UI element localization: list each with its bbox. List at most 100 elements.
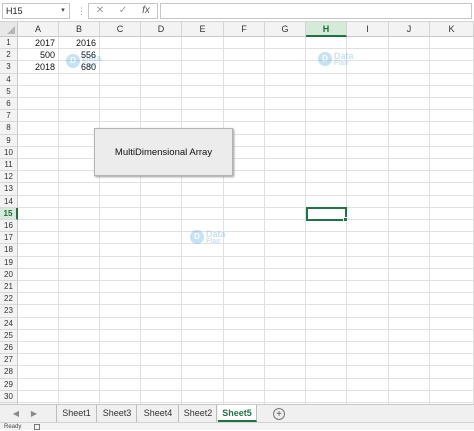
gridline-horizontal	[18, 121, 474, 123]
row-header-7[interactable]: 7	[0, 110, 18, 123]
row-header-27[interactable]: 27	[0, 354, 18, 367]
gridline-horizontal	[18, 170, 474, 172]
row-header-9[interactable]: 9	[0, 134, 18, 147]
watermark: D Data Flair	[190, 230, 230, 246]
sheet-tab-sheet5[interactable]: Sheet5	[218, 405, 257, 422]
row-header-26[interactable]: 26	[0, 342, 18, 355]
row-header-29[interactable]: 29	[0, 378, 18, 391]
row-header-21[interactable]: 21	[0, 281, 18, 294]
gridline-horizontal	[18, 145, 474, 147]
row-header-13[interactable]: 13	[0, 183, 18, 196]
gridline-horizontal	[18, 365, 474, 367]
column-header-k[interactable]: K	[430, 22, 474, 37]
close-icon[interactable]: ✕	[89, 4, 111, 18]
row-header-30[interactable]: 30	[0, 390, 18, 403]
formula-tools: ✕ ✓ fx	[88, 3, 158, 19]
watermark-line1: Data	[206, 229, 226, 239]
chevron-down-icon[interactable]: ▾	[58, 6, 68, 16]
gridline-vertical	[99, 37, 100, 404]
column-header-f[interactable]: F	[224, 22, 265, 37]
dataflair-logo-icon: D	[66, 54, 80, 68]
dataflair-logo-icon: D	[318, 52, 332, 66]
row-header-20[interactable]: 20	[0, 268, 18, 281]
cell-a2[interactable]: 500	[18, 49, 59, 61]
gridline-horizontal	[18, 133, 474, 135]
row-header-15[interactable]: 15	[0, 207, 18, 220]
sheet-tab-sheet3[interactable]: Sheet3	[98, 405, 137, 422]
row-header-24[interactable]: 24	[0, 317, 18, 330]
multidimensional-array-button[interactable]: MultiDimensional Array	[94, 128, 233, 176]
formula-input[interactable]	[160, 3, 472, 19]
row-header-23[interactable]: 23	[0, 305, 18, 318]
next-sheet-icon[interactable]: ▶	[28, 408, 40, 420]
sheet-tab-bar: ◀ ▶ Sheet1 Sheet3 Sheet4 Sheet2 Sheet5 +	[0, 404, 474, 422]
row-header-5[interactable]: 5	[0, 85, 18, 98]
gridline-vertical	[429, 37, 430, 404]
gridline-vertical	[181, 37, 182, 404]
column-header-g[interactable]: G	[265, 22, 306, 37]
dataflair-logo-icon: D	[190, 230, 204, 244]
gridline-horizontal	[18, 84, 474, 86]
column-header-j[interactable]: J	[389, 22, 430, 37]
row-header-11[interactable]: 11	[0, 159, 18, 172]
formula-bar: H15 ▾ ⋮ ✕ ✓ fx	[0, 0, 474, 22]
row-header-4[interactable]: 4	[0, 73, 18, 86]
column-header-a[interactable]: A	[18, 22, 59, 37]
fill-handle[interactable]	[343, 217, 348, 222]
selected-cell[interactable]	[306, 206, 347, 221]
row-header-22[interactable]: 22	[0, 293, 18, 306]
row-header-8[interactable]: 8	[0, 122, 18, 135]
row-header-17[interactable]: 17	[0, 232, 18, 245]
gridline-horizontal	[18, 97, 474, 98]
sheet-tab-sheet2[interactable]: Sheet2	[180, 405, 217, 422]
ellipsis-icon: ⋮	[77, 6, 86, 16]
sheet-tab-sheet4[interactable]: Sheet4	[138, 405, 179, 422]
row-header-25[interactable]: 25	[0, 329, 18, 342]
gridline-horizontal	[18, 328, 474, 330]
select-all-corner[interactable]	[0, 22, 18, 37]
row-header-2[interactable]: 2	[0, 49, 18, 62]
add-sheet-icon[interactable]: +	[273, 408, 285, 420]
gridline-horizontal	[18, 389, 474, 391]
macro-record-icon[interactable]	[34, 424, 40, 430]
row-header-16[interactable]: 16	[0, 220, 18, 233]
column-header-d[interactable]: D	[141, 22, 182, 37]
cell-b1[interactable]: 2016	[59, 37, 100, 49]
gridline-horizontal	[18, 194, 474, 196]
watermark-line1: Data	[82, 53, 102, 63]
row-header-12[interactable]: 12	[0, 171, 18, 184]
row-header-3[interactable]: 3	[0, 61, 18, 74]
row-header-18[interactable]: 18	[0, 244, 18, 257]
column-header-i[interactable]: I	[347, 22, 389, 37]
row-header-6[interactable]: 6	[0, 98, 18, 111]
column-header-e[interactable]: E	[182, 22, 224, 37]
cell-a1[interactable]: 2017	[18, 37, 59, 49]
row-header-28[interactable]: 28	[0, 366, 18, 379]
name-box-value: H15	[6, 6, 23, 16]
gridline-horizontal	[18, 182, 474, 184]
gridline-horizontal	[18, 109, 474, 111]
gridline-vertical	[264, 37, 265, 404]
tab-divider	[56, 405, 57, 422]
cell-a3[interactable]: 2018	[18, 61, 59, 73]
gridline-horizontal	[18, 402, 474, 403]
column-header-h[interactable]: H	[306, 22, 347, 37]
sheet-tab-sheet1[interactable]: Sheet1	[57, 405, 97, 422]
gridline-vertical	[58, 37, 59, 404]
row-header-14[interactable]: 14	[0, 195, 18, 208]
watermark-line2: Flair	[206, 238, 221, 245]
row-header-19[interactable]: 19	[0, 256, 18, 269]
row-header-1[interactable]: 1	[0, 37, 18, 50]
gridline-horizontal	[18, 219, 474, 220]
watermark: D Data Flair	[318, 52, 358, 68]
watermark-line2: Flair	[82, 62, 97, 69]
fx-icon[interactable]: fx	[135, 4, 157, 18]
spreadsheet-grid: ABCDEFGHIJK 1 2 3 4 5 6 7 8 9 10 11 12 13 14 15 16 17 18 1…	[0, 22, 474, 404]
row-header-10[interactable]: 10	[0, 146, 18, 159]
column-header-c[interactable]: C	[100, 22, 141, 37]
gridline-horizontal	[18, 243, 474, 245]
column-header-b[interactable]: B	[59, 22, 100, 37]
check-icon[interactable]: ✓	[112, 4, 134, 18]
gridline-horizontal	[18, 341, 474, 342]
prev-sheet-icon[interactable]: ◀	[10, 408, 22, 420]
